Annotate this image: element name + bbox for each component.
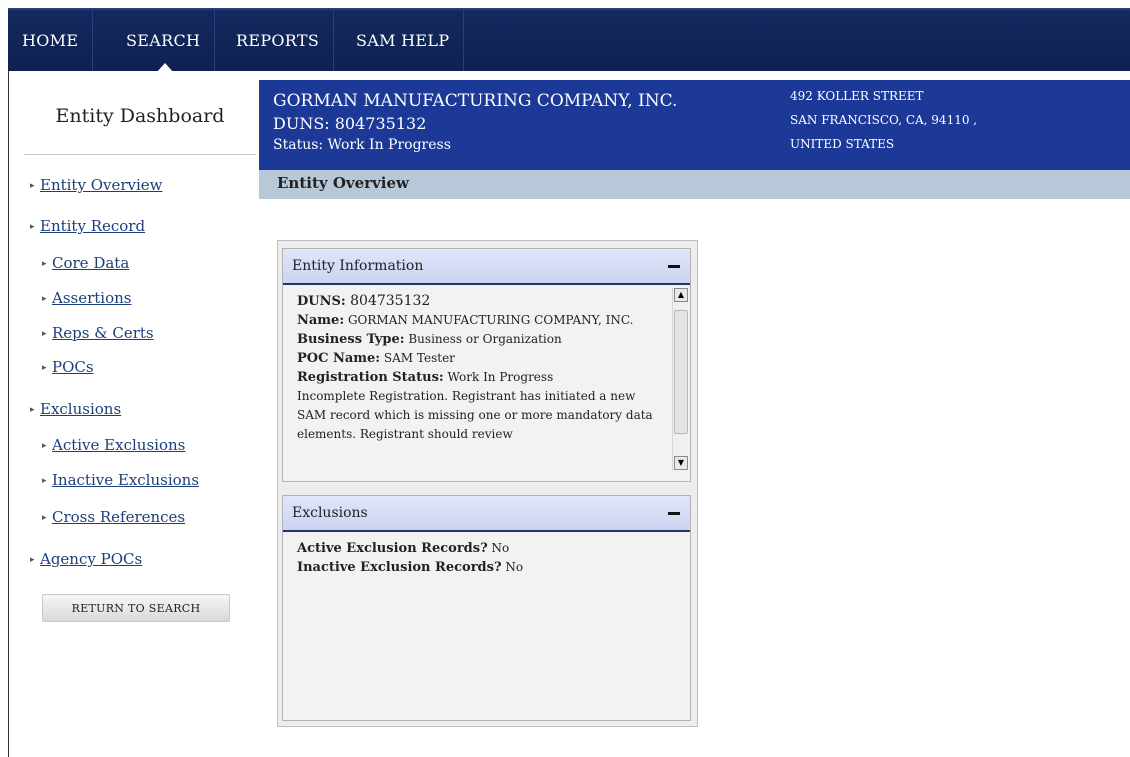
info-row-duns: DUNS: 804735132 [297,293,431,309]
sidebar-link[interactable]: Assertions [52,289,132,307]
entity-name: GORMAN MANUFACTURING COMPANY, INC. [273,91,678,111]
address-line-3: UNITED STATES [790,137,895,151]
bullet-icon: ▸ [42,476,47,486]
entity-status: Status: Work In Progress [273,137,451,153]
panel-body: DUNS: 804735132 Name: GORMAN MANUFACTURI… [283,285,690,481]
sidebar-item-assertions[interactable]: ▸ Assertions [42,289,132,307]
info-row-name: Name: GORMAN MANUFACTURING COMPANY, INC. [297,313,634,328]
bullet-icon: ▸ [42,294,47,304]
active-tab-caret-icon [156,63,174,73]
panel-title: Entity Information [292,258,424,274]
return-to-search-button[interactable]: RETURN TO SEARCH [42,594,230,622]
panel-header: Exclusions [283,496,690,532]
sidebar-link[interactable]: Active Exclusions [52,436,185,454]
collapse-minus-icon[interactable] [668,265,680,268]
panel-title: Exclusions [292,505,368,521]
info-row-registration-status: Registration Status: Work In Progress [297,370,554,385]
sidebar-link[interactable]: Entity Overview [40,176,163,194]
entity-information-panel: Entity Information DUNS: 804735132 Name:… [282,248,691,482]
bullet-icon: ▸ [30,555,35,565]
sidebar-link[interactable]: Cross References [52,508,185,526]
bullet-icon: ▸ [42,513,47,523]
exclusion-row-active: Active Exclusion Records? No [297,541,510,556]
entity-duns: DUNS: 804735132 [273,114,427,133]
info-row-business-type: Business Type: Business or Organization [297,332,562,347]
sidebar-item-active-exclusions[interactable]: ▸ Active Exclusions [42,436,185,454]
panel-scrollbar[interactable]: ▲ ▼ [672,288,688,471]
nav-home[interactable]: HOME [8,10,94,71]
sidebar-link[interactable]: Reps & Certs [52,324,154,342]
exclusion-row-inactive: Inactive Exclusion Records? No [297,560,524,575]
panel-body: Active Exclusion Records? No Inactive Ex… [283,532,690,577]
sidebar-link[interactable]: Agency POCs [40,550,142,568]
bullet-icon: ▸ [30,222,35,232]
nav-search[interactable]: SEARCH [112,10,216,71]
scroll-down-icon[interactable]: ▼ [674,456,688,470]
entity-header: GORMAN MANUFACTURING COMPANY, INC. DUNS:… [259,80,1130,170]
exclusions-panel: Exclusions Active Exclusion Records? No … [282,495,691,721]
sidebar-item-agency-pocs[interactable]: ▸ Agency POCs [30,550,142,568]
scroll-up-icon[interactable]: ▲ [674,288,688,302]
sidebar-link[interactable]: Entity Record [40,217,145,235]
sidebar-item-pocs[interactable]: ▸ POCs [42,358,94,376]
address-line-1: 492 KOLLER STREET [790,89,924,103]
collapse-minus-icon[interactable] [668,512,680,515]
sidebar-link[interactable]: Core Data [52,254,129,272]
sidebar-link[interactable]: POCs [52,358,94,376]
sidebar-item-entity-overview[interactable]: ▸ Entity Overview [30,176,163,194]
sidebar-link[interactable]: Exclusions [40,400,121,418]
bullet-icon: ▸ [42,441,47,451]
address-line-2: SAN FRANCISCO, CA, 94110 , [790,113,978,127]
sidebar-link[interactable]: Inactive Exclusions [52,471,199,489]
sidebar-item-inactive-exclusions[interactable]: ▸ Inactive Exclusions [42,471,199,489]
sidebar-item-exclusions[interactable]: ▸ Exclusions [30,400,121,418]
info-row-poc-name: POC Name: SAM Tester [297,351,455,366]
sidebar-item-reps-certs[interactable]: ▸ Reps & Certs [42,324,154,342]
bullet-icon: ▸ [30,405,35,415]
section-title: Entity Overview [259,170,1130,199]
bullet-icon: ▸ [42,363,47,373]
bullet-icon: ▸ [42,259,47,269]
registration-description: Incomplete Registration. Registrant has … [297,389,653,441]
bullet-icon: ▸ [30,181,35,191]
nav-sam-help[interactable]: SAM HELP [342,10,465,71]
dashboard-title: Entity Dashboard [24,87,256,155]
top-navigation-bar: HOME SEARCH REPORTS SAM HELP [8,8,1130,73]
page-left-border [8,71,9,757]
panel-header: Entity Information [283,249,690,285]
sidebar-item-core-data[interactable]: ▸ Core Data [42,254,129,272]
nav-reports[interactable]: REPORTS [222,10,335,71]
bullet-icon: ▸ [42,329,47,339]
sidebar-item-cross-references[interactable]: ▸ Cross References [42,508,185,526]
scroll-thumb[interactable] [674,310,688,434]
sidebar-item-entity-record[interactable]: ▸ Entity Record [30,217,145,235]
